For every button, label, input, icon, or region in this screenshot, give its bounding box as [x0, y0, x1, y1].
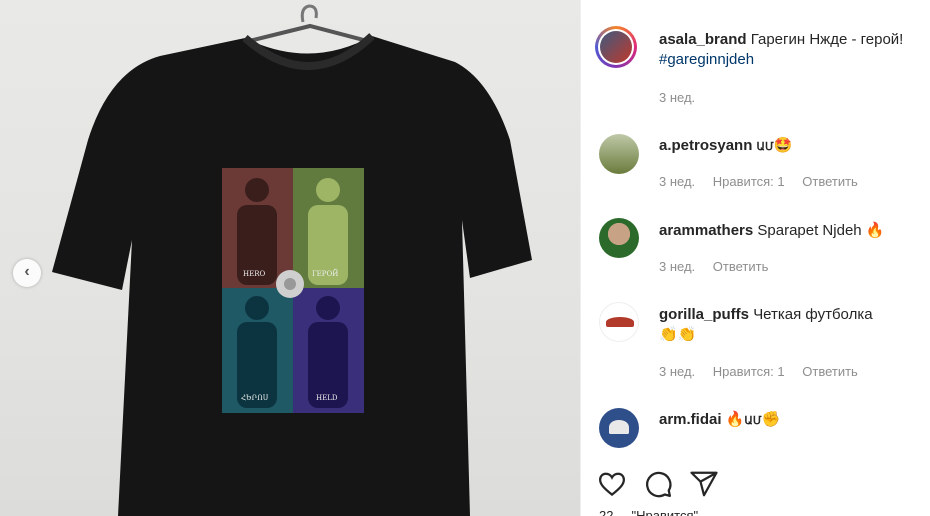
print-label-held: HELD [316, 394, 338, 402]
comment-age: 3 нед. [659, 174, 696, 189]
comment: gorilla_puffs Четкая футболка 👏👏 [659, 305, 924, 345]
caption-age: 3 нед. [659, 90, 696, 105]
commenter-avatar[interactable] [599, 218, 639, 258]
fire-emoji: 🔥 [725, 411, 745, 428]
comment: arammathers Sparapet Njdeh 🔥 [659, 221, 924, 241]
commenter-avatar[interactable] [599, 302, 639, 342]
print-label-heros: ՀԵՐՈՍ [241, 394, 269, 402]
comment-username[interactable]: arammathers [659, 222, 753, 239]
reply-button[interactable]: Ответить [713, 259, 769, 274]
chevron-left-icon: ‹ [24, 263, 30, 280]
fist-emoji: ✊ [761, 411, 781, 428]
tshirt-illustration [52, 4, 532, 516]
post-caption: asala_brand Гарегин Нжде - герой! #gareg… [659, 30, 924, 70]
caption-meta: 3 нед. [659, 90, 709, 105]
author-username[interactable]: asala_brand [659, 31, 747, 48]
comments-panel: asala_brand Гарегин Нжде - герой! #gareg… [581, 0, 930, 516]
hashtag-link[interactable]: #gareginnjdeh [659, 51, 754, 68]
clap-emoji: 👏👏 [659, 326, 697, 343]
print-label-hero: HERO [243, 270, 266, 278]
comment-text: ԱՄ [756, 141, 774, 153]
comment-likes[interactable]: Нравится: 1 [713, 174, 785, 189]
comment-age: 3 нед. [659, 259, 696, 274]
share-icon[interactable] [689, 469, 719, 499]
comment-username[interactable]: a.petrosyann [659, 137, 752, 154]
comment-username[interactable]: gorilla_puffs [659, 306, 749, 323]
post-photo: HERO ГЕРОЙ ՀԵՐՈՍ HELD ‹ [0, 0, 580, 516]
commenter-avatar[interactable] [599, 408, 639, 448]
caption-text: Гарегин Нжде - герой! [750, 31, 904, 48]
hanger-hook [300, 4, 318, 23]
comment-username[interactable]: arm.fidai [659, 411, 722, 428]
comment-text: Четкая футболка [753, 306, 873, 323]
commenter-avatar[interactable] [599, 134, 639, 174]
comment-age: 3 нед. [659, 364, 696, 379]
print-label-geroi: ГЕРОЙ [312, 270, 339, 278]
comment-icon[interactable] [643, 469, 673, 499]
starstruck-emoji: 🤩 [773, 137, 793, 154]
heart-icon[interactable] [597, 469, 627, 499]
comment-meta: 3 нед. Нравится: 1 Ответить [659, 364, 872, 379]
comment-meta: 3 нед. Ответить [659, 259, 782, 274]
comment: arm.fidai 🔥ԱՄ✊ [659, 410, 924, 431]
print-graphic [222, 168, 364, 413]
comment-text: Sparapet Njdeh [757, 222, 862, 239]
likes-count[interactable]: 22 ... "Нравится" [599, 508, 698, 516]
author-avatar[interactable] [595, 26, 637, 68]
fire-emoji: 🔥 [865, 222, 885, 239]
previous-photo-button[interactable]: ‹ [13, 259, 41, 287]
action-bar [597, 469, 719, 499]
reply-button[interactable]: Ответить [802, 174, 858, 189]
comment-likes[interactable]: Нравится: 1 [713, 364, 785, 379]
comment: a.petrosyann ԱՄ🤩 [659, 136, 924, 157]
reply-button[interactable]: Ответить [802, 364, 858, 379]
comment-meta: 3 нед. Нравится: 1 Ответить [659, 174, 872, 189]
comment-text: ԱՄ [744, 415, 762, 427]
